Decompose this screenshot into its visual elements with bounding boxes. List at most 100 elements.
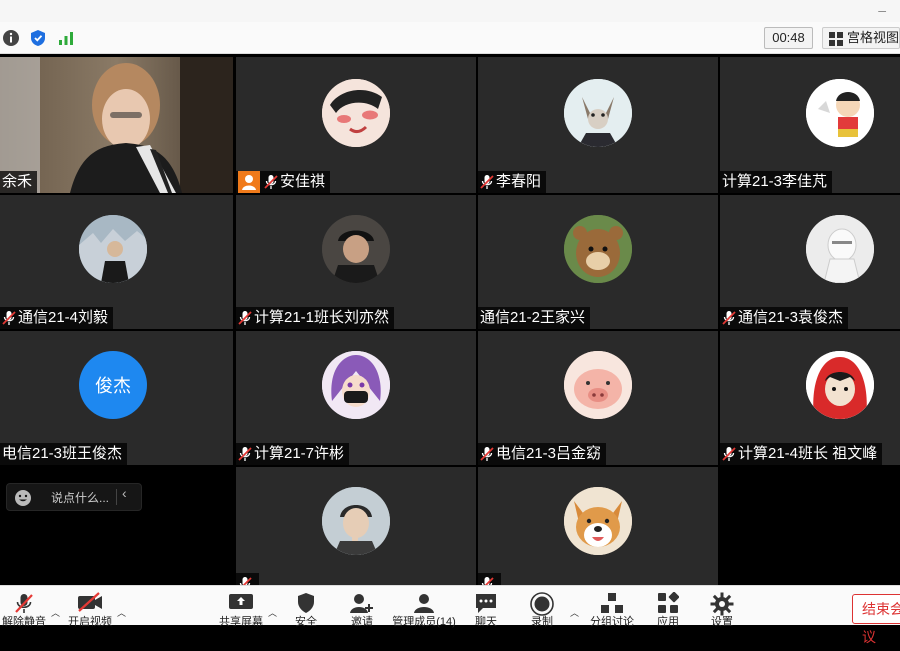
participant-nametag: 李春阳 bbox=[478, 171, 547, 193]
audio-options-chevron-icon[interactable]: ︿ bbox=[51, 606, 60, 619]
participant-tile[interactable] bbox=[236, 467, 476, 585]
participant-tile[interactable]: 李春阳 bbox=[478, 57, 718, 193]
participant-name: 安佳祺 bbox=[280, 173, 326, 190]
participant-nametag: 计算21-4班长 祖文峰 bbox=[720, 443, 883, 465]
participant-tile[interactable]: 计算21-4班长 祖文峰 bbox=[720, 331, 900, 465]
mic-muted-icon bbox=[2, 311, 16, 325]
avatar bbox=[79, 215, 147, 283]
participant-tile[interactable]: 计算21-7许彬 bbox=[236, 331, 476, 465]
avatar bbox=[564, 351, 632, 419]
participant-name: 通信21-4刘毅 bbox=[18, 309, 109, 326]
share-screen-label: 共享屏幕 bbox=[219, 616, 263, 628]
host-icon bbox=[238, 171, 260, 193]
avatar bbox=[564, 79, 632, 147]
participant-name: 通信21-3袁俊杰 bbox=[738, 309, 844, 326]
participant-tile[interactable]: 电信21-3吕金窈 bbox=[478, 331, 718, 465]
share-screen-button[interactable]: 共享屏幕 bbox=[216, 586, 266, 628]
emoji-icon[interactable] bbox=[14, 489, 32, 507]
avatar bbox=[806, 351, 874, 419]
share-screen-icon bbox=[229, 594, 253, 609]
avatar-initials: 俊杰 bbox=[79, 351, 147, 419]
participant-tile[interactable]: 计算21-3李佳芃 bbox=[720, 57, 900, 193]
mic-muted-icon bbox=[722, 311, 736, 325]
apps-button[interactable]: 应用 bbox=[648, 586, 688, 628]
invite-button[interactable]: 邀请 bbox=[342, 586, 382, 628]
avatar bbox=[322, 487, 390, 555]
end-meeting-label: 结束会议 bbox=[862, 601, 900, 645]
participant-name: 电信21-3吕金窈 bbox=[496, 445, 602, 462]
participant-tile[interactable]: 通信21-4刘毅 bbox=[0, 195, 233, 329]
chat-placeholder: 说点什么... bbox=[51, 491, 110, 505]
info-icon[interactable] bbox=[1, 28, 21, 48]
end-meeting-button[interactable]: 结束会议 bbox=[852, 594, 900, 645]
participant-nametag: 通信21-4刘毅 bbox=[0, 307, 114, 329]
network-signal-icon[interactable] bbox=[56, 28, 76, 48]
grid-view-label: 宫格视图 bbox=[847, 30, 900, 45]
participant-tile[interactable]: 通信21-2王家兴 bbox=[478, 195, 718, 329]
security-label: 安全 bbox=[295, 616, 317, 628]
participant-nametag: 电信21-3吕金窈 bbox=[478, 443, 607, 465]
settings-label: 设置 bbox=[711, 616, 733, 628]
meeting-topbar: 00:48 宫格视图 bbox=[0, 22, 900, 54]
participant-tile[interactable]: 安佳祺 bbox=[236, 57, 476, 193]
security-button[interactable]: 安全 bbox=[286, 586, 326, 628]
settings-button[interactable]: 设置 bbox=[702, 586, 742, 628]
participant-name: 李春阳 bbox=[496, 173, 542, 190]
participant-name: 计算21-4班长 祖文峰 bbox=[738, 445, 878, 462]
chat-icon bbox=[476, 594, 496, 613]
share-options-chevron-icon[interactable]: ︿ bbox=[268, 606, 277, 619]
participant-tile[interactable] bbox=[478, 467, 718, 585]
video-off-icon bbox=[78, 592, 102, 612]
participant-name: 电信21-3班王俊杰 bbox=[2, 445, 123, 462]
participant-nametag bbox=[236, 573, 259, 585]
avatar bbox=[322, 215, 390, 283]
participant-nametag: 通信21-3袁俊杰 bbox=[720, 307, 849, 329]
participant-nametag: 安佳祺 bbox=[236, 171, 331, 193]
shield-icon[interactable] bbox=[28, 28, 48, 48]
avatar-initials-text: 俊杰 bbox=[95, 376, 131, 396]
chat-label: 聊天 bbox=[475, 616, 497, 628]
video-options-chevron-icon[interactable]: ︿ bbox=[117, 606, 126, 619]
minimize-button[interactable]: – bbox=[878, 0, 886, 20]
participant-nametag: 计算21-7许彬 bbox=[236, 443, 350, 465]
participant-tile[interactable]: 通信21-3袁俊杰 bbox=[720, 195, 900, 329]
mic-muted-icon bbox=[15, 594, 33, 613]
participant-nametag: 通信21-2王家兴 bbox=[478, 307, 591, 329]
participant-nametag: 计算21-1班长刘亦然 bbox=[236, 307, 395, 329]
grid-icon bbox=[829, 32, 843, 46]
participant-name: 余禾 bbox=[2, 173, 33, 190]
window-titlebar: – bbox=[0, 0, 900, 22]
record-icon bbox=[530, 592, 554, 616]
mic-muted-icon bbox=[722, 447, 736, 461]
mic-muted-icon bbox=[480, 175, 494, 189]
avatar bbox=[806, 215, 874, 283]
avatar bbox=[564, 215, 632, 283]
mic-muted-icon bbox=[480, 447, 494, 461]
record-label: 录制 bbox=[531, 616, 553, 628]
participant-tile[interactable]: 俊杰 电信21-3班王俊杰 bbox=[0, 331, 233, 465]
participant-name: 计算21-7许彬 bbox=[254, 445, 345, 462]
manage-members-label: 管理成员(14) bbox=[392, 616, 456, 628]
record-button[interactable]: 录制 bbox=[522, 586, 562, 628]
divider bbox=[116, 489, 117, 505]
avatar bbox=[322, 79, 390, 147]
participant-tile[interactable]: 计算21-1班长刘亦然 bbox=[236, 195, 476, 329]
unmute-label: 解除静音 bbox=[2, 616, 46, 628]
start-video-button[interactable]: 开启视频 bbox=[64, 586, 116, 628]
unmute-button[interactable]: 解除静音 bbox=[0, 586, 48, 628]
mic-muted-icon bbox=[264, 175, 278, 189]
participant-tile-video[interactable]: 余禾 bbox=[0, 57, 233, 193]
chat-quickbar: 说点什么... ‹ bbox=[0, 465, 233, 585]
chat-button[interactable]: 聊天 bbox=[466, 586, 506, 628]
breakout-rooms-icon bbox=[601, 593, 623, 613]
record-options-chevron-icon[interactable]: ︿ bbox=[570, 606, 579, 619]
manage-members-button[interactable]: 管理成员(14) bbox=[388, 586, 460, 628]
participant-nametag: 余禾 bbox=[0, 171, 38, 193]
participant-nametag: 计算21-3李佳芃 bbox=[720, 171, 833, 193]
breakout-rooms-label: 分组讨论 bbox=[590, 616, 634, 628]
participant-name: 计算21-3李佳芃 bbox=[722, 173, 828, 190]
grid-view-button[interactable]: 宫格视图 bbox=[822, 27, 900, 49]
avatar bbox=[564, 487, 632, 555]
collapse-chevron-icon[interactable]: ‹ bbox=[122, 485, 127, 501]
breakout-rooms-button[interactable]: 分组讨论 bbox=[586, 586, 638, 628]
